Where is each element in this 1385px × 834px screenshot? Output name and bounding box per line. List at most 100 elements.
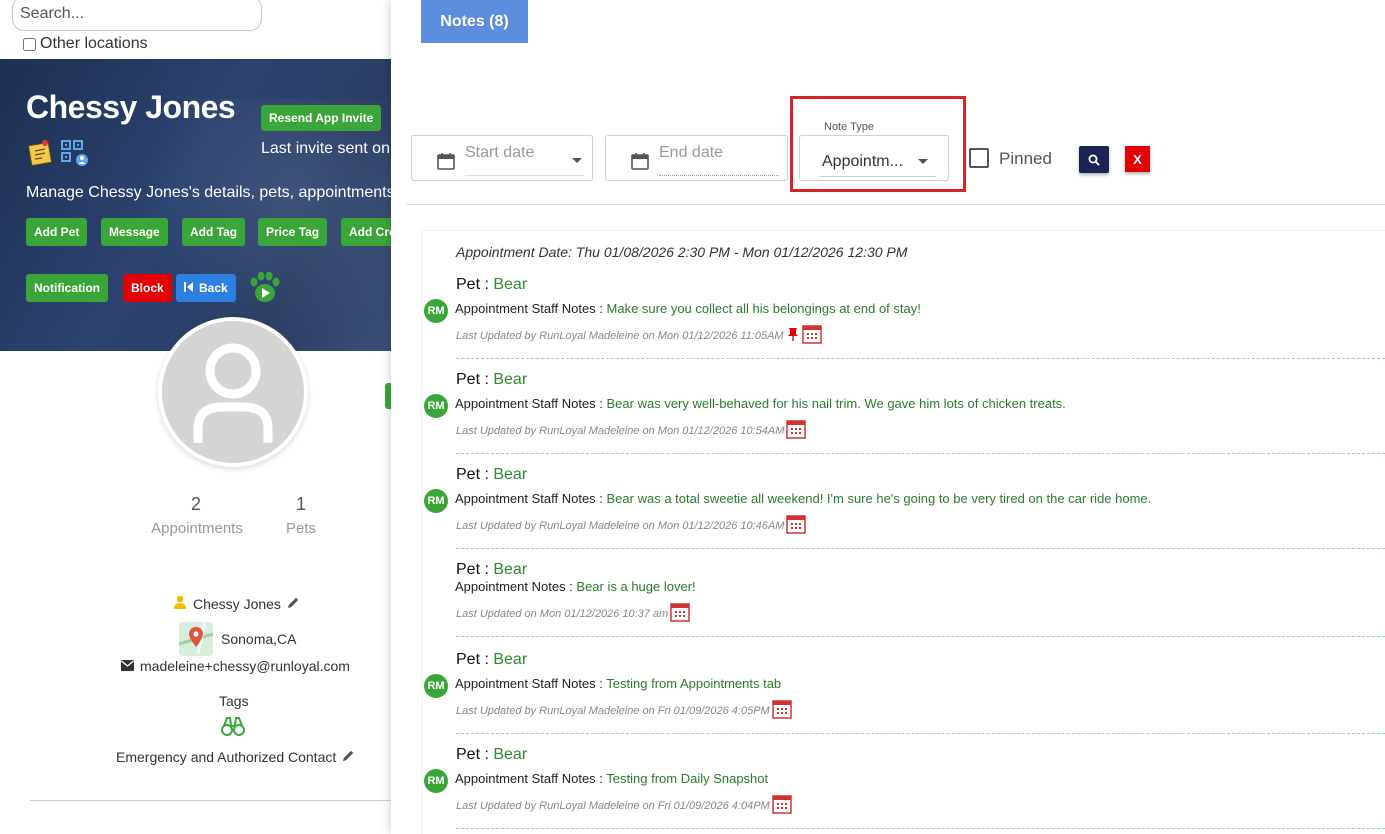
notification-button[interactable]: Notification bbox=[26, 274, 108, 302]
last-updated-text: Last Updated by RunLoyal Madeleine on Mo… bbox=[456, 519, 785, 532]
add-pet-button[interactable]: Add Pet bbox=[26, 218, 88, 246]
pet-line: Pet : Bear bbox=[456, 466, 527, 484]
note-text-line: Appointment Staff Notes : Testing from A… bbox=[455, 676, 781, 691]
price-tag-button[interactable]: Price Tag bbox=[258, 218, 328, 246]
contact-name-row: Chessy Jones bbox=[173, 595, 300, 612]
location-row: Sonoma,CA bbox=[179, 622, 296, 656]
end-date-field[interactable]: End date bbox=[605, 135, 788, 181]
pet-name-link[interactable]: Bear bbox=[493, 651, 527, 668]
pet-name-link[interactable]: Bear bbox=[493, 371, 527, 388]
envelope-icon bbox=[121, 658, 134, 674]
note-separator bbox=[456, 828, 1385, 829]
email-text[interactable]: madeleine+chessy@runloyal.com bbox=[140, 658, 350, 674]
last-updated-line: Last Updated by RunLoyal Madeleine on Mo… bbox=[456, 419, 807, 442]
pets-label: Pets bbox=[285, 520, 316, 537]
customer-name: Chessy Jones bbox=[26, 89, 236, 125]
map-pin-icon[interactable] bbox=[179, 622, 213, 656]
start-date-field[interactable]: Start date bbox=[411, 135, 593, 181]
note-separator bbox=[456, 358, 1385, 359]
binoculars-icon[interactable] bbox=[221, 716, 245, 741]
pet-line: Pet : Bear bbox=[456, 371, 527, 389]
note-text: Bear was a total sweetie all weekend! I'… bbox=[606, 491, 1152, 506]
customer-panel: Other locations Chessy Jones bbox=[0, 0, 391, 834]
edit-pencil-icon[interactable] bbox=[287, 596, 300, 612]
pet-label: Pet : bbox=[456, 371, 494, 388]
avatar[interactable] bbox=[158, 317, 308, 467]
pet-name-link[interactable]: Bear bbox=[493, 746, 527, 763]
calendar-grid-icon[interactable] bbox=[786, 514, 807, 537]
customer-header: Chessy Jones Resend App Invite Last invi… bbox=[0, 59, 391, 351]
end-date-placeholder: End date bbox=[659, 144, 724, 161]
pet-name-link[interactable]: Bear bbox=[493, 276, 527, 293]
appointment-date: Appointment Date: Thu 01/08/2026 2:30 PM… bbox=[456, 244, 908, 260]
note-type: Appointment Staff Notes : bbox=[455, 301, 607, 316]
note-text-line: Appointment Staff Notes : Bear was very … bbox=[455, 396, 1066, 411]
note-text-line: Appointment Notes : Bear is a huge lover… bbox=[455, 579, 696, 594]
chevron-down-icon[interactable] bbox=[918, 159, 928, 164]
note-text: Testing from Appointments tab bbox=[606, 676, 782, 691]
note-type: Appointment Notes : bbox=[455, 579, 577, 594]
field-underline bbox=[820, 176, 936, 177]
note-text: Testing from Daily Snapshot bbox=[606, 771, 769, 786]
pet-label: Pet : bbox=[456, 746, 494, 763]
note-separator bbox=[456, 453, 1385, 454]
message-button[interactable]: Message bbox=[101, 218, 168, 246]
calendar-grid-icon[interactable] bbox=[771, 699, 792, 722]
pinned-checkbox[interactable] bbox=[969, 148, 989, 168]
last-updated-text: Last Updated by RunLoyal Madeleine on Fr… bbox=[456, 704, 770, 717]
user-icon bbox=[173, 595, 187, 612]
clear-filters-button[interactable]: X bbox=[1125, 146, 1150, 172]
sticky-note-icon[interactable] bbox=[27, 139, 54, 172]
add-credit-button[interactable]: Add Cre bbox=[341, 218, 391, 246]
staff-avatar: RM bbox=[424, 769, 448, 793]
last-updated-line: Last Updated by RunLoyal Madeleine on Fr… bbox=[456, 794, 792, 817]
calendar-grid-icon[interactable] bbox=[786, 419, 807, 442]
tags-label: Tags bbox=[219, 693, 249, 709]
tab-notes[interactable]: Notes (8) bbox=[421, 0, 528, 43]
last-updated-line: Last Updated by RunLoyal Madeleine on Fr… bbox=[456, 699, 792, 722]
back-button[interactable]: Back bbox=[176, 274, 236, 302]
last-updated-text: Last Updated on Mon 01/12/2026 10:37 am bbox=[456, 607, 669, 620]
calendar-grid-icon[interactable] bbox=[670, 602, 690, 625]
last-updated-line: Last Updated by RunLoyal Madeleine on Mo… bbox=[456, 514, 807, 537]
field-underline bbox=[659, 175, 779, 176]
section-divider bbox=[30, 800, 391, 801]
note-type: Appointment Staff Notes : bbox=[455, 396, 607, 411]
last-updated-text: Last Updated by RunLoyal Madeleine on Mo… bbox=[456, 329, 784, 342]
chevron-down-icon[interactable] bbox=[572, 158, 582, 163]
other-locations-check[interactable] bbox=[23, 37, 36, 51]
last-updated-line: Last Updated by RunLoyal Madeleine on Mo… bbox=[456, 324, 822, 347]
last-updated-text: Last Updated by RunLoyal Madeleine on Fr… bbox=[456, 799, 770, 812]
qr-user-icon[interactable] bbox=[60, 139, 90, 172]
search-icon bbox=[1088, 154, 1100, 166]
pet-label: Pet : bbox=[456, 651, 494, 668]
staff-avatar: RM bbox=[424, 674, 448, 698]
pet-name-link[interactable]: Bear bbox=[493, 561, 527, 578]
skip-back-icon bbox=[184, 281, 193, 295]
pet-name-link[interactable]: Bear bbox=[493, 466, 527, 483]
edit-pencil-icon[interactable] bbox=[342, 749, 355, 765]
note-separator bbox=[456, 733, 1385, 734]
other-locations-label: Other locations bbox=[40, 35, 148, 52]
email-row: madeleine+chessy@runloyal.com bbox=[121, 658, 350, 674]
paw-play-icon[interactable] bbox=[246, 271, 284, 310]
note-text: Make sure you collect all his belongings… bbox=[606, 301, 921, 316]
note-text-line: Appointment Staff Notes : Make sure you … bbox=[455, 301, 921, 316]
emergency-contact-row: Emergency and Authorized Contact bbox=[116, 749, 355, 765]
add-tag-button[interactable]: Add Tag bbox=[182, 218, 246, 246]
other-locations-checkbox[interactable]: Other locations bbox=[23, 35, 148, 53]
resend-app-invite-button[interactable]: Resend App Invite bbox=[261, 105, 382, 131]
calendar-grid-icon[interactable] bbox=[801, 324, 822, 347]
search-button[interactable] bbox=[1079, 146, 1109, 173]
note-separator bbox=[456, 548, 1385, 549]
search-input[interactable] bbox=[12, 0, 262, 31]
pet-line: Pet : Bear bbox=[456, 276, 527, 294]
last-invite-text: Last invite sent on bbox=[261, 140, 390, 157]
note-text-line: Appointment Staff Notes : Testing from D… bbox=[455, 771, 768, 786]
block-button[interactable]: Block bbox=[123, 274, 172, 302]
calendar-icon bbox=[437, 152, 455, 175]
emergency-contact-label: Emergency and Authorized Contact bbox=[116, 749, 337, 765]
note-type-select[interactable]: Appointm... bbox=[799, 135, 949, 181]
calendar-grid-icon[interactable] bbox=[771, 794, 792, 817]
pin-icon[interactable] bbox=[786, 327, 800, 344]
